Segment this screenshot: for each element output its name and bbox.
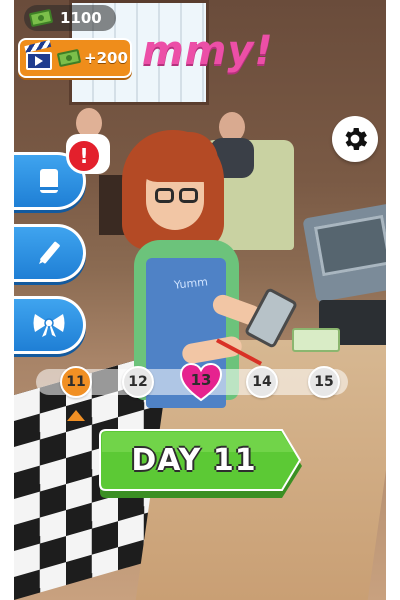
heart-day-label: 13 xyxy=(190,371,212,389)
watch-ad-reward-button[interactable]: +200 xyxy=(18,38,132,78)
day-node-heart: 13 xyxy=(179,362,223,402)
cashier-bangs xyxy=(136,132,218,182)
cash-amount: 1100 xyxy=(60,9,102,27)
cash-register xyxy=(302,202,386,303)
customize-button[interactable] xyxy=(14,224,86,282)
day-node: 15 xyxy=(308,366,340,398)
cash-counter: 1100 xyxy=(24,5,116,31)
restaurant-sign: mmy! xyxy=(142,28,274,74)
book-icon xyxy=(39,169,58,193)
cash-bill-icon xyxy=(28,8,54,28)
ad-reward-amount: +200 xyxy=(84,49,128,67)
day-node-current: 11 xyxy=(60,366,92,398)
bow-icon xyxy=(33,314,64,337)
current-day-pointer xyxy=(67,410,85,421)
start-day-button[interactable]: DAY 11 xyxy=(96,428,306,504)
day-node: 12 xyxy=(122,366,154,398)
gear-icon xyxy=(345,128,368,150)
pencil-icon xyxy=(38,241,60,264)
settings-button[interactable] xyxy=(332,116,378,162)
register-screen xyxy=(313,214,386,277)
day-button-label: DAY 11 xyxy=(131,443,257,478)
video-clapper-icon xyxy=(24,39,52,70)
cashier-glasses xyxy=(155,188,203,206)
money-stack xyxy=(292,328,340,352)
gift-shop-button[interactable] xyxy=(14,296,86,354)
day-node: 14 xyxy=(246,366,278,398)
notification-alert-badge: ! xyxy=(66,138,102,174)
cash-bill-icon xyxy=(56,48,82,68)
